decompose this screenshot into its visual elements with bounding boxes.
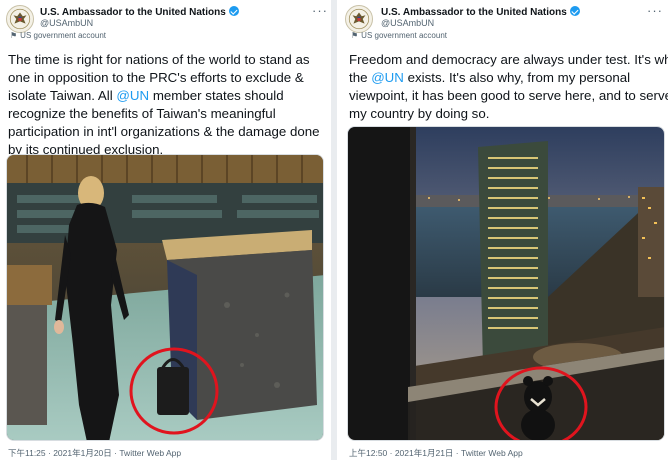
tweet-photo-assembly-hall[interactable] (6, 154, 324, 441)
tweet-text-line: isolate Taiwan. All @UN member states sh… (8, 87, 320, 105)
tweet-text-line: viewpoint, it has been good to serve her… (349, 87, 668, 105)
tweet-text-segment: The time is right for nations of the wor… (8, 52, 310, 67)
tweet-text: The time is right for nations of the wor… (8, 51, 320, 159)
account-name[interactable]: U.S. Ambassador to the United Nations (381, 6, 580, 18)
tweet-text-line: the @UN exists. It's also why, from my p… (349, 69, 668, 87)
avatar[interactable] (345, 5, 373, 33)
tweet-text-line: my country by doing so. (349, 105, 668, 123)
tweet-text-line: Freedom and democracy are always under t… (349, 51, 668, 69)
tweet-text-segment: Freedom and democracy are always under t… (349, 52, 668, 67)
tweet-text-segment: viewpoint, it has been good to serve her… (349, 88, 668, 103)
account-handle[interactable]: @USAmbUN (381, 18, 434, 28)
mention-link[interactable]: @UN (371, 70, 404, 85)
tweet-timestamp[interactable]: 下午11:25 · 2021年1月20日 · Twitter Web App (8, 447, 181, 459)
photo-content (348, 127, 664, 440)
tweet-text-segment: isolate Taiwan. All (8, 88, 117, 103)
account-name[interactable]: U.S. Ambassador to the United Nations (40, 6, 239, 18)
flag-icon: ⚑ (351, 31, 359, 40)
tweet-text-segment: exists. It's also why, from my personal (403, 70, 631, 85)
us-seal-icon (7, 6, 33, 32)
tweet-text-segment: participation in int'l organizations & t… (8, 124, 320, 139)
tweet-text-line: one in opposition to the PRC's efforts t… (8, 69, 320, 87)
flag-icon: ⚑ (10, 31, 18, 40)
tweet-text-line: participation in int'l organizations & t… (8, 123, 320, 141)
more-options-icon[interactable]: ··· (647, 3, 663, 18)
avatar[interactable] (6, 5, 34, 33)
tweet-text: Freedom and democracy are always under t… (349, 51, 668, 123)
mention-link[interactable]: @UN (116, 88, 149, 103)
tweet-photo-un-view[interactable] (347, 126, 665, 441)
account-handle[interactable]: @USAmbUN (40, 18, 93, 28)
government-account-label: ⚑ US government account (351, 31, 447, 40)
tweet-text-segment: recognize the benefits of Taiwan's meani… (8, 106, 276, 121)
tweet-text-line: recognize the benefits of Taiwan's meani… (8, 105, 320, 123)
tweet-text-segment: one in opposition to the PRC's efforts t… (8, 70, 304, 85)
government-account-label: ⚑ US government account (10, 31, 106, 40)
tweet-text-segment: the (349, 70, 372, 85)
tweet-text-segment: my country by doing so. (349, 106, 490, 121)
verified-badge-icon (228, 6, 239, 16)
photo-content (7, 155, 323, 440)
more-options-icon[interactable]: ··· (312, 3, 328, 18)
tweet-timestamp[interactable]: 上午12:50 · 2021年1月21日 · Twitter Web App (349, 447, 523, 459)
verified-badge-icon (569, 6, 580, 16)
tweet-text-segment: member states should (149, 88, 284, 103)
us-seal-icon (346, 6, 372, 32)
tweet-text-line: The time is right for nations of the wor… (8, 51, 320, 69)
